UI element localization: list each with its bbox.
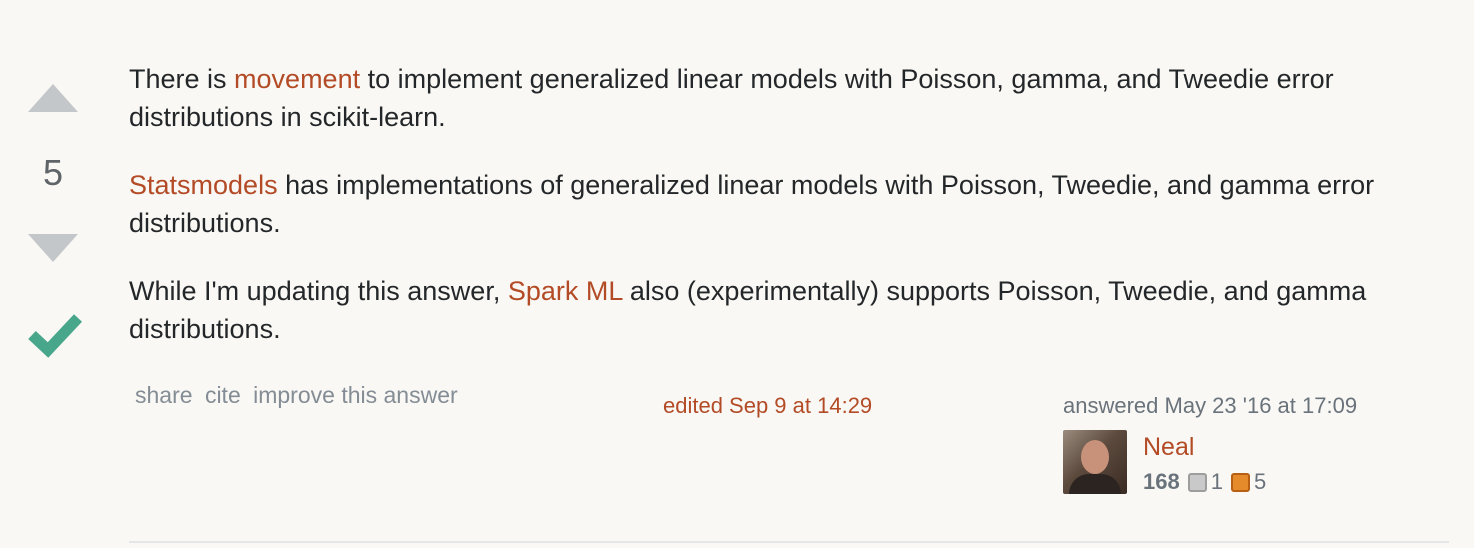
avatar[interactable] (1063, 430, 1127, 494)
bronze-badge-icon (1230, 472, 1250, 492)
upvote-arrow-icon[interactable] (28, 84, 78, 112)
share-link[interactable]: share (135, 382, 193, 408)
silver-badge-count: 1 (1210, 469, 1223, 494)
statsmodels-link[interactable]: Statsmodels (129, 170, 278, 200)
improve-answer-link[interactable]: improve this answer (253, 382, 458, 408)
user-stats: 168 1 5 (1143, 469, 1272, 495)
user-signature: answered May 23 '16 at 17:09 Neal 168 1 … (1063, 393, 1463, 494)
silver-badge-icon (1187, 472, 1207, 492)
reputation-score: 168 (1143, 469, 1180, 494)
paragraph-3: While I'm updating this answer, Spark ML… (129, 276, 1367, 344)
cite-link[interactable]: cite (205, 382, 241, 408)
downvote-arrow-icon[interactable] (28, 234, 78, 262)
vote-count: 5 (42, 152, 64, 193)
user-name-link[interactable]: Neal (1143, 433, 1194, 462)
spark-ml-link[interactable]: Spark ML (508, 276, 623, 306)
edited-link[interactable]: edited Sep 9 at 14:29 (663, 393, 872, 419)
bronze-badge-count: 5 (1253, 469, 1267, 494)
answered-time: answered May 23 '16 at 17:09 (1063, 393, 1358, 418)
divider (129, 541, 1449, 543)
accepted-checkmark-icon (28, 314, 82, 358)
answer-body: There is movement to implement generaliz… (129, 60, 1449, 378)
post-menu: share cite improve this answer (135, 382, 464, 409)
movement-link[interactable]: movement (234, 64, 360, 94)
paragraph-1: There is movement to implement generaliz… (129, 64, 1334, 132)
paragraph-2: Statsmodels has implementations of gener… (129, 170, 1375, 238)
